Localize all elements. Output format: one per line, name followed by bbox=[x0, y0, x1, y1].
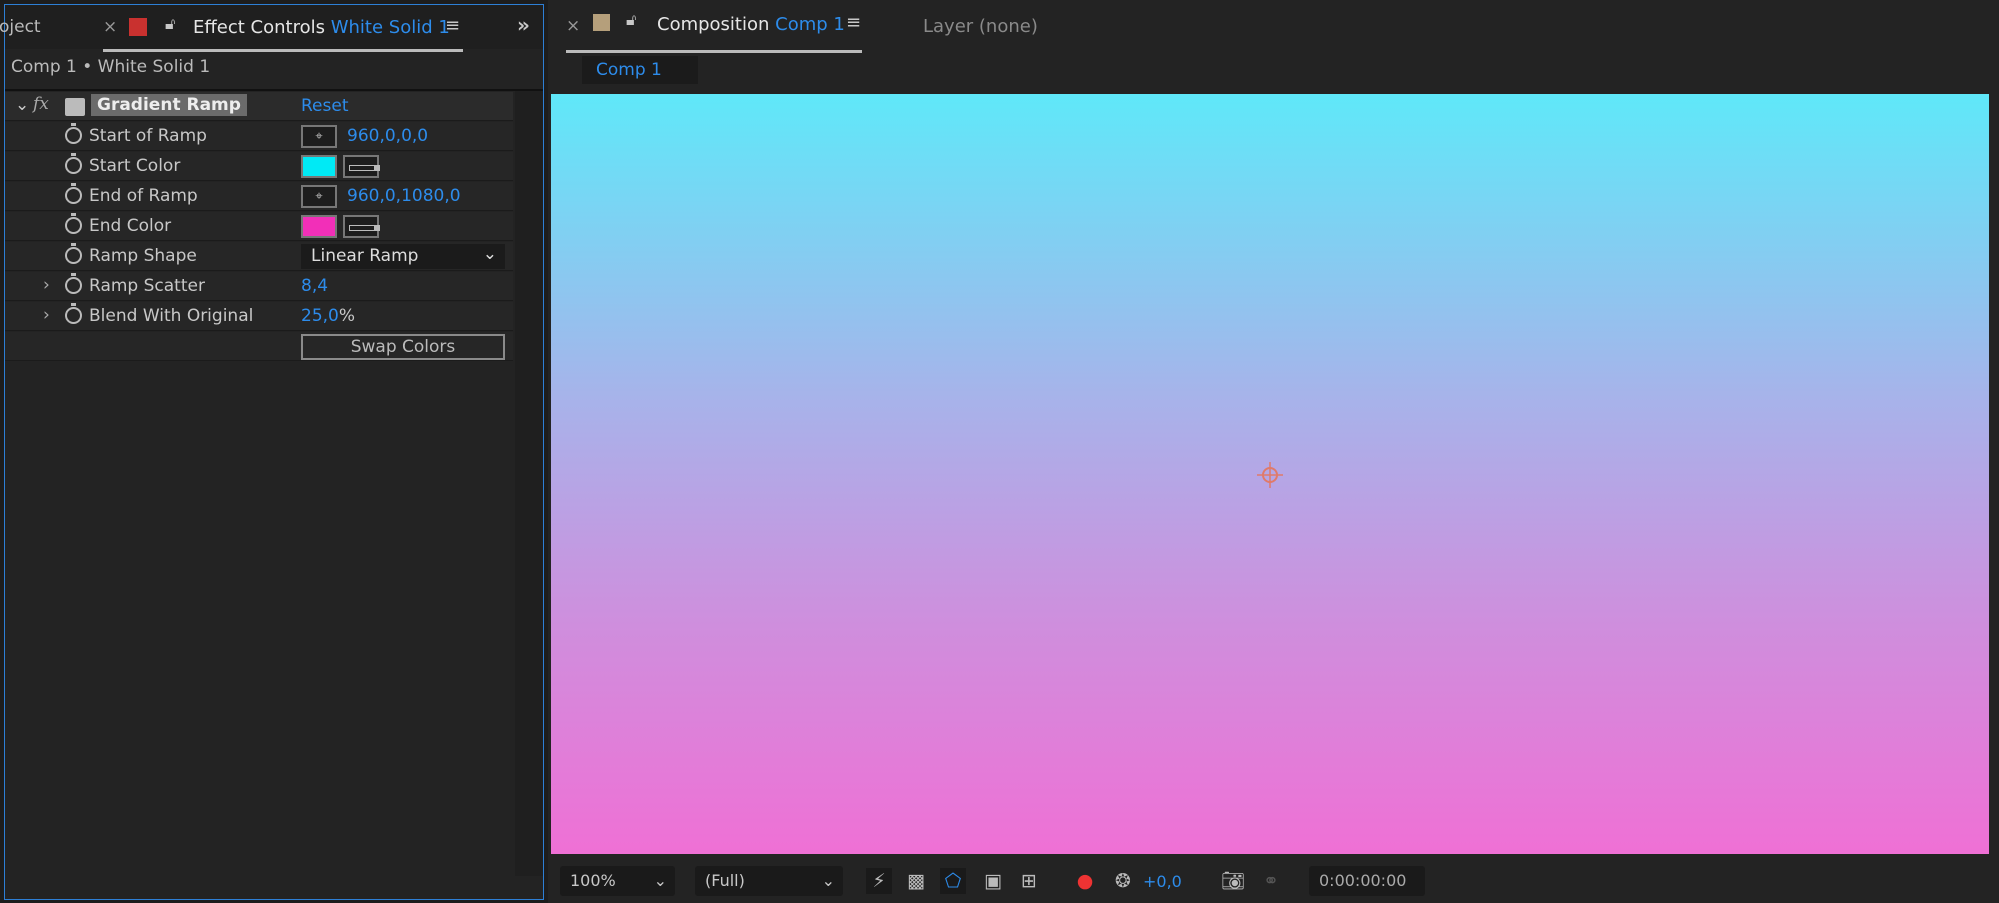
scrollbar[interactable] bbox=[515, 91, 543, 876]
property-value[interactable]: 960,0,1080,0 bbox=[347, 186, 461, 206]
property-label: Start Color bbox=[89, 156, 181, 176]
tab-comp-name: Comp 1 bbox=[775, 14, 845, 35]
ramp-shape-dropdown[interactable]: Linear Ramp ⌄ bbox=[301, 244, 505, 269]
tab-composition[interactable]: Composition Comp 1 bbox=[657, 14, 845, 35]
property-value[interactable]: 960,0,0,0 bbox=[347, 126, 428, 146]
property-row-start-color: Start Color bbox=[5, 152, 513, 181]
property-label: Blend With Original bbox=[89, 306, 254, 326]
tab-layer-name: White Solid 1 bbox=[330, 17, 450, 38]
chevron-right-icon[interactable]: › bbox=[43, 275, 50, 295]
chevron-down-icon: ⌄ bbox=[482, 244, 497, 264]
exposure-value[interactable]: +0,0 bbox=[1143, 872, 1182, 891]
eyedropper-icon[interactable] bbox=[343, 155, 380, 178]
color-swatch[interactable] bbox=[301, 215, 337, 238]
property-label: Ramp Shape bbox=[89, 246, 197, 266]
tab-title: Effect Controls bbox=[193, 17, 325, 38]
stopwatch-icon[interactable] bbox=[65, 273, 82, 294]
dropdown-value: Linear Ramp bbox=[311, 246, 419, 266]
lock-icon[interactable]: 🔓︎ bbox=[165, 14, 175, 34]
stopwatch-icon[interactable] bbox=[65, 153, 82, 174]
property-value[interactable]: 8,4 bbox=[301, 276, 328, 296]
exposure-icon[interactable]: ❂ bbox=[1110, 868, 1136, 894]
point-crosshair-icon[interactable]: ⌖ bbox=[301, 125, 337, 148]
panel-tab-bar: oject × 🔓︎ Effect Controls White Solid 1… bbox=[0, 5, 543, 52]
effect-header-row: ⌄ fx Gradient Ramp Reset bbox=[5, 92, 513, 121]
property-label: Start of Ramp bbox=[89, 126, 207, 146]
lock-icon[interactable]: 🔓︎ bbox=[626, 10, 636, 30]
stopwatch-icon[interactable] bbox=[65, 243, 82, 264]
transparency-grid-icon[interactable]: ▩ bbox=[903, 868, 929, 894]
label-color-swatch[interactable] bbox=[593, 14, 610, 31]
mask-path-visibility-icon[interactable]: ⬠ bbox=[940, 868, 966, 894]
point-crosshair-icon[interactable]: ⌖ bbox=[301, 185, 337, 208]
chevron-down-icon: ⌄ bbox=[653, 871, 667, 890]
stopwatch-icon[interactable] bbox=[65, 183, 82, 204]
property-label: End Color bbox=[89, 216, 172, 236]
region-of-interest-icon[interactable]: ▣ bbox=[980, 868, 1006, 894]
comp-chip[interactable]: Comp 1 bbox=[582, 56, 698, 84]
chevron-right-icon[interactable]: › bbox=[43, 305, 50, 325]
tab-effect-controls[interactable]: Effect Controls White Solid 1 bbox=[193, 17, 450, 38]
swap-colors-button[interactable]: Swap Colors bbox=[301, 334, 505, 360]
property-label: End of Ramp bbox=[89, 186, 198, 206]
tab-project[interactable]: oject bbox=[0, 17, 41, 37]
zoom-dropdown[interactable]: 100% ⌄ bbox=[560, 866, 675, 896]
guides-grid-icon[interactable]: ⊞ bbox=[1016, 868, 1042, 894]
property-label: Ramp Scatter bbox=[89, 276, 205, 296]
snapshot-camera-icon[interactable]: 📷︎ bbox=[1220, 868, 1246, 894]
zoom-value: 100% bbox=[570, 871, 616, 890]
channels-icon[interactable]: ● bbox=[1072, 868, 1098, 894]
chevron-down-icon: ⌄ bbox=[821, 871, 835, 890]
property-row-ramp-shape: Ramp Shape Linear Ramp ⌄ bbox=[5, 242, 513, 271]
tab-layer[interactable]: Layer (none) bbox=[923, 16, 1038, 37]
effect-preset-icon bbox=[65, 98, 85, 116]
reset-link[interactable]: Reset bbox=[301, 96, 349, 116]
swap-colors-row: Swap Colors bbox=[5, 332, 513, 361]
timecode-display[interactable]: 0:00:00:00 bbox=[1309, 866, 1425, 896]
anchor-point-icon[interactable] bbox=[1255, 460, 1285, 490]
stopwatch-icon[interactable] bbox=[65, 213, 82, 234]
overflow-chevrons-icon[interactable]: » bbox=[517, 13, 530, 37]
property-row-start-of-ramp: Start of Ramp ⌖ 960,0,0,0 bbox=[5, 122, 513, 151]
show-snapshot-icon[interactable]: ⚭ bbox=[1258, 868, 1284, 894]
eyedropper-icon[interactable] bbox=[343, 215, 380, 238]
composition-viewer[interactable] bbox=[551, 94, 1989, 854]
property-value[interactable]: 25,0 bbox=[301, 306, 339, 326]
property-unit: % bbox=[338, 306, 356, 326]
tab-title: Composition bbox=[657, 14, 770, 35]
property-row-ramp-scatter: › Ramp Scatter 8,4 bbox=[5, 272, 513, 301]
label-color-swatch[interactable] bbox=[129, 18, 147, 36]
close-icon[interactable]: × bbox=[103, 17, 117, 37]
stopwatch-icon[interactable] bbox=[65, 123, 82, 144]
stopwatch-icon[interactable] bbox=[65, 303, 82, 324]
color-swatch[interactable] bbox=[301, 155, 337, 178]
effect-name[interactable]: Gradient Ramp bbox=[91, 94, 247, 116]
panel-menu-icon[interactable]: ≡ bbox=[846, 12, 861, 33]
property-row-end-color: End Color bbox=[5, 212, 513, 241]
panel-menu-icon[interactable]: ≡ bbox=[445, 15, 460, 36]
breadcrumb: Comp 1 • White Solid 1 bbox=[11, 57, 211, 77]
close-icon[interactable]: × bbox=[566, 16, 580, 36]
divider bbox=[5, 89, 543, 91]
resolution-value: (Full) bbox=[705, 871, 745, 890]
fast-previews-icon[interactable]: ⚡︎ bbox=[866, 868, 892, 894]
property-row-end-of-ramp: End of Ramp ⌖ 960,0,1080,0 bbox=[5, 182, 513, 211]
active-tab-underline bbox=[566, 50, 862, 53]
effect-controls-panel: oject × 🔓︎ Effect Controls White Solid 1… bbox=[0, 4, 544, 900]
fx-toggle-icon[interactable]: fx bbox=[33, 94, 49, 114]
resolution-dropdown[interactable]: (Full) ⌄ bbox=[695, 866, 843, 896]
active-tab-underline bbox=[103, 49, 463, 52]
property-row-blend-with-original: › Blend With Original 25,0% bbox=[5, 302, 513, 331]
chevron-down-icon[interactable]: ⌄ bbox=[15, 95, 29, 115]
